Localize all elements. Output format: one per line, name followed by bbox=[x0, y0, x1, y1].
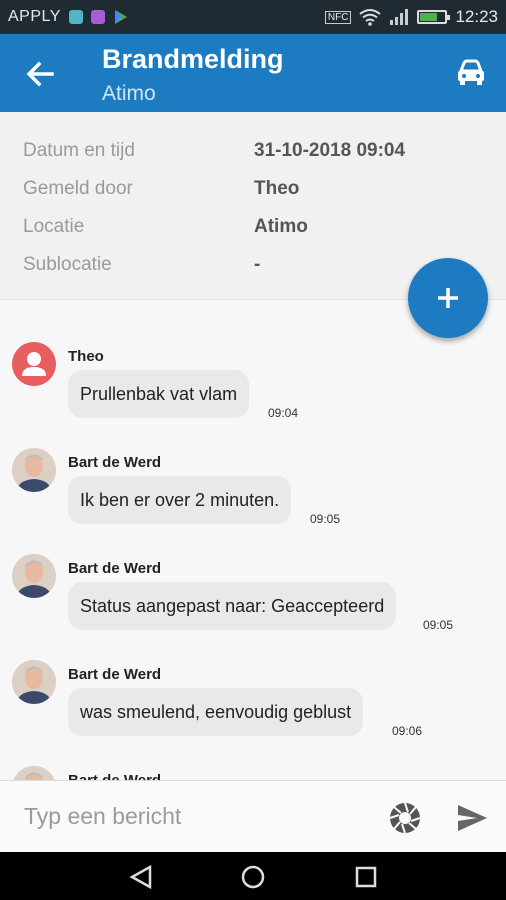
message-input[interactable]: Typ een bericht bbox=[24, 803, 181, 830]
signal-icon bbox=[390, 9, 409, 25]
nfc-icon: NFC bbox=[324, 10, 352, 24]
message-sender: Bart de Werd bbox=[68, 560, 162, 577]
home-circle-icon[interactable] bbox=[240, 864, 266, 890]
send-icon[interactable] bbox=[455, 801, 489, 835]
battery-icon bbox=[417, 10, 451, 24]
detail-label: Datum en tijd bbox=[23, 140, 135, 161]
message-time: 09:05 bbox=[423, 618, 454, 632]
page-title: Brandmelding bbox=[102, 44, 284, 74]
message-time: 09:05 bbox=[310, 512, 341, 526]
message-sender: Bart de Werd bbox=[68, 454, 162, 471]
detail-row-reported-by: Gemeld door Theo bbox=[0, 178, 506, 216]
plus-icon bbox=[438, 288, 458, 308]
message-bubble: Status aangepast naar: Geaccepteerd bbox=[68, 582, 397, 630]
message-item: Bart de Werd bbox=[0, 764, 506, 780]
add-button[interactable] bbox=[408, 258, 488, 338]
message-bubble: was smeulend, eenvoudig geblust bbox=[68, 688, 364, 736]
car-icon[interactable] bbox=[454, 56, 488, 90]
camera-aperture-icon[interactable] bbox=[388, 801, 422, 835]
message-item: Bart de Werd was smeulend, eenvoudig geb… bbox=[0, 658, 506, 764]
status-time: 12:23 bbox=[455, 7, 498, 26]
default-user-avatar bbox=[12, 342, 56, 386]
message-time: 09:06 bbox=[392, 724, 423, 738]
person-icon bbox=[22, 352, 46, 376]
detail-label: Locatie bbox=[23, 216, 85, 237]
message-list[interactable]: Theo Prullenbak vat vlam 09:04 Bart de W… bbox=[0, 300, 506, 780]
message-time: 09:04 bbox=[268, 406, 299, 420]
carrier-label: APPLY bbox=[8, 8, 61, 25]
detail-row-datetime: Datum en tijd 31-10-2018 09:04 bbox=[0, 140, 506, 178]
arrow-left-icon[interactable] bbox=[22, 56, 58, 92]
message-sender: Theo bbox=[68, 348, 104, 365]
photo-avatar bbox=[12, 448, 56, 492]
status-bar: APPLY NFC 12:23 bbox=[0, 0, 506, 34]
message-bubble: Ik ben er over 2 minuten. bbox=[68, 476, 292, 524]
recents-square-icon[interactable] bbox=[353, 864, 379, 890]
back-triangle-icon[interactable] bbox=[128, 864, 154, 890]
detail-value: - bbox=[254, 254, 261, 275]
photo-avatar bbox=[12, 660, 56, 704]
message-composer: Typ een bericht bbox=[0, 780, 506, 852]
message-sender: Bart de Werd bbox=[68, 666, 162, 683]
system-nav-bar bbox=[0, 852, 506, 900]
message-sender: Bart de Werd bbox=[68, 772, 161, 780]
message-item: Bart de Werd Ik ben er over 2 minuten. 0… bbox=[0, 446, 506, 552]
app-bar: Brandmelding Atimo bbox=[0, 34, 506, 112]
notification-app-icon bbox=[68, 10, 83, 24]
photo-avatar bbox=[12, 554, 56, 598]
message-item: Theo Prullenbak vat vlam 09:04 bbox=[0, 340, 506, 446]
message-bubble: Prullenbak vat vlam bbox=[68, 370, 250, 418]
detail-value: 31-10-2018 09:04 bbox=[254, 140, 406, 161]
detail-value: Theo bbox=[254, 178, 300, 199]
detail-value: Atimo bbox=[254, 216, 308, 237]
photo-avatar bbox=[12, 766, 56, 780]
wifi-icon bbox=[359, 9, 382, 26]
page-subtitle: Atimo bbox=[102, 82, 156, 105]
battery-level bbox=[420, 13, 438, 21]
detail-label: Gemeld door bbox=[23, 178, 133, 199]
detail-row-location: Locatie Atimo bbox=[0, 216, 506, 254]
notification-app-icon bbox=[90, 10, 105, 24]
detail-label: Sublocatie bbox=[23, 254, 112, 275]
play-store-icon bbox=[114, 10, 127, 24]
message-item: Bart de Werd Status aangepast naar: Geac… bbox=[0, 552, 506, 658]
